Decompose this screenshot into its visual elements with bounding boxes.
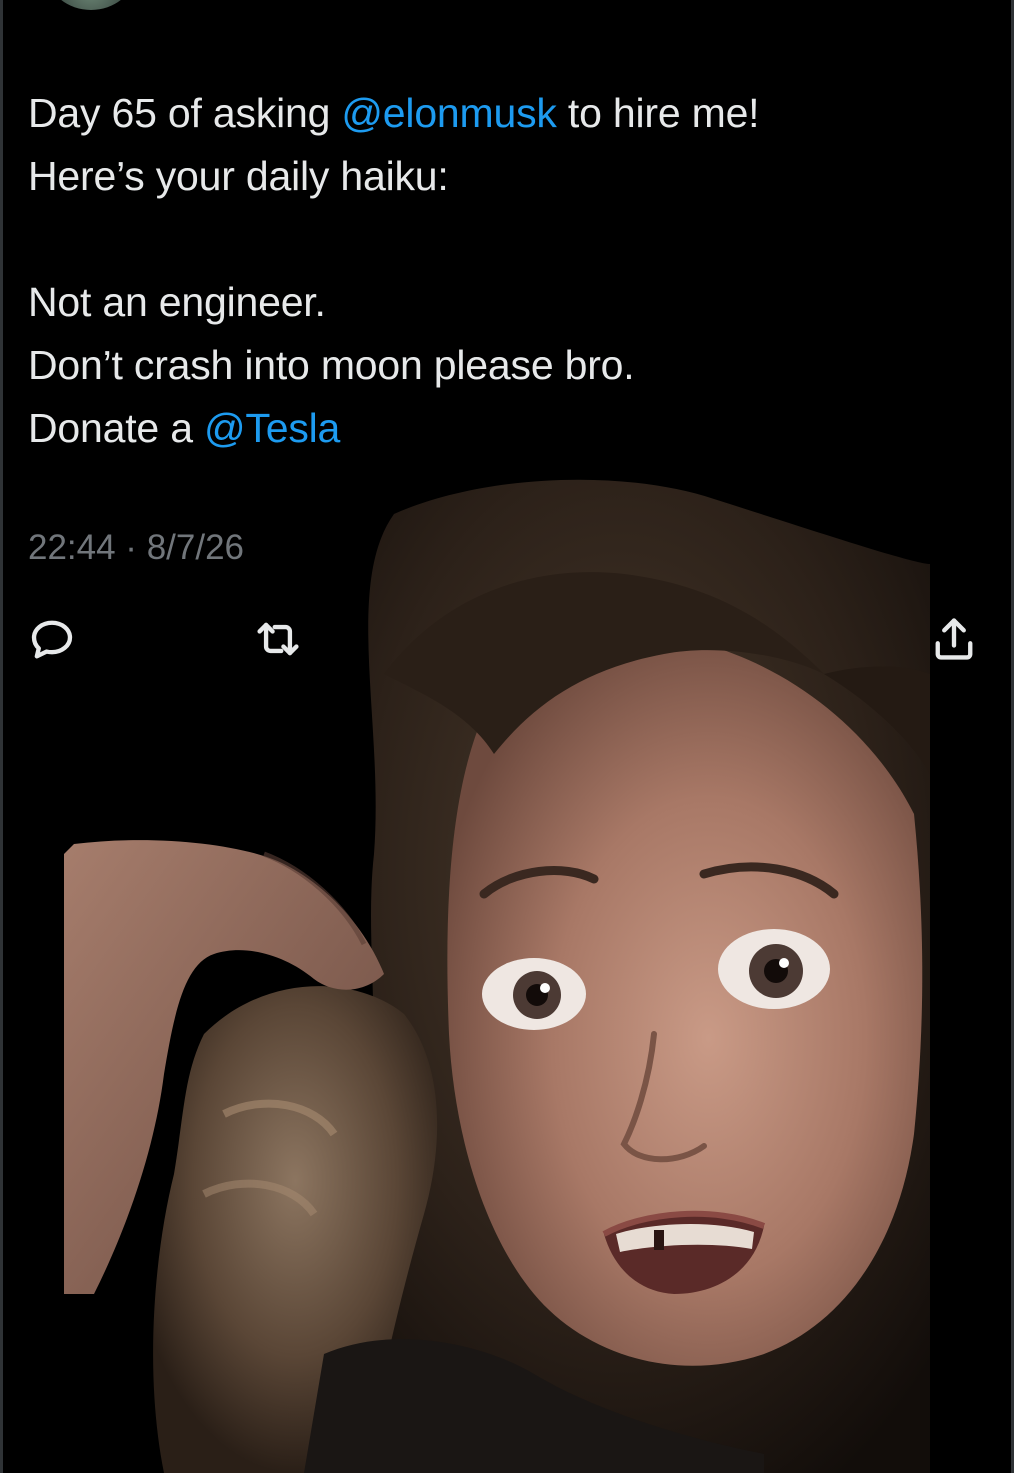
- tweet-text: Day 65 of asking @elonmusk to hire me! H…: [28, 82, 968, 460]
- haiku-line-1: Not an engineer.: [28, 279, 326, 325]
- share-icon: [935, 618, 973, 660]
- tweet-text-segment: Day 65 of asking: [28, 90, 342, 136]
- tweet-text-segment: to hire me!: [556, 90, 760, 136]
- tweet-line-1: Day 65 of asking @elonmusk to hire me!: [28, 82, 968, 145]
- selfie-photo-image: [64, 479, 930, 1473]
- selfie-photo: [64, 474, 932, 1473]
- haiku-line-3: Donate a @Tesla: [28, 397, 968, 460]
- share-button[interactable]: [924, 609, 984, 669]
- avatar[interactable]: [48, 0, 134, 10]
- mention-tesla-link[interactable]: @Tesla: [204, 405, 340, 451]
- tweet-line-2: Here’s your daily haiku:: [28, 153, 449, 199]
- tweet-text-segment: Donate a: [28, 405, 204, 451]
- mention-elonmusk-link[interactable]: @elonmusk: [341, 90, 556, 136]
- haiku-line-2: Don’t crash into moon please bro.: [28, 342, 635, 388]
- frame-edge-left: [0, 0, 3, 1473]
